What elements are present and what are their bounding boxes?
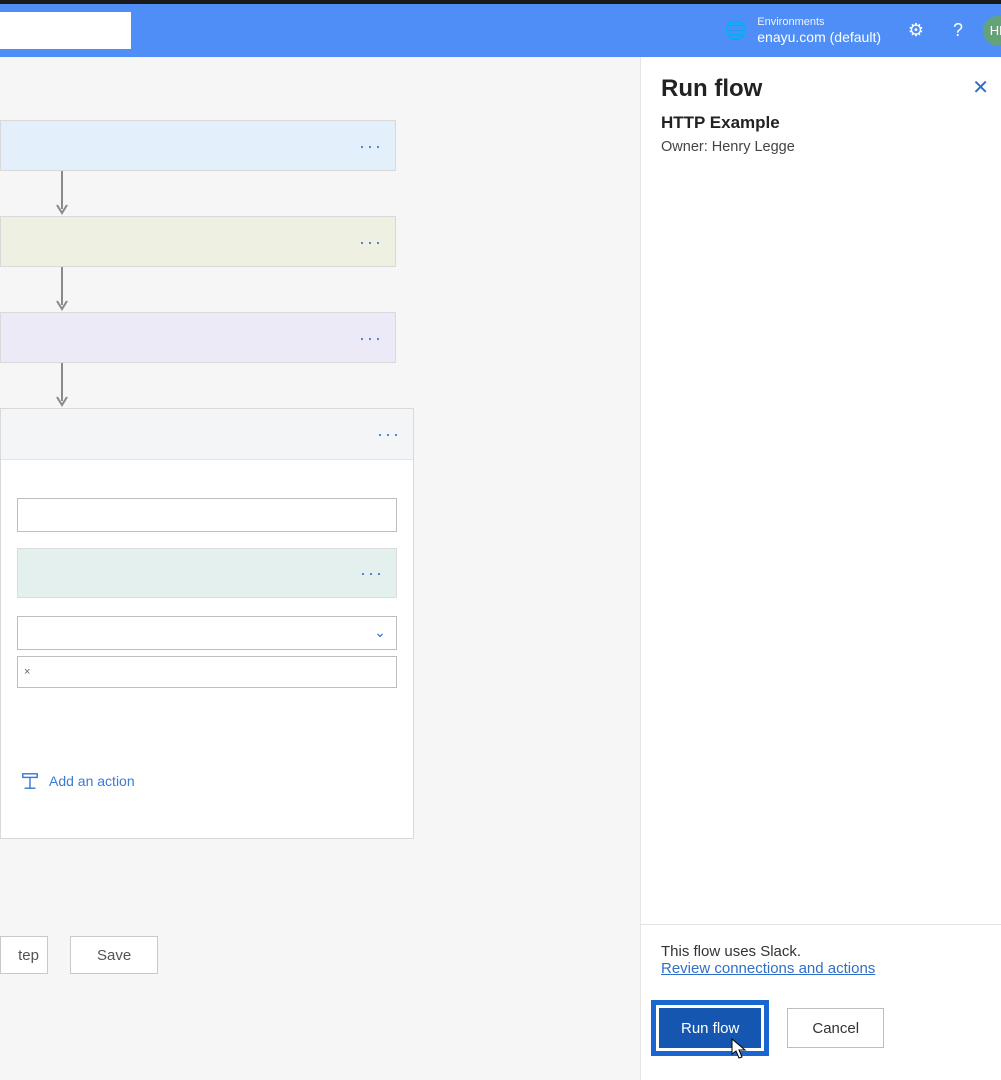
new-step-button[interactable]: tep (0, 936, 48, 974)
add-action-icon (21, 772, 39, 790)
run-flow-panel: Run flow ✕ HTTP Example Owner: Henry Leg… (640, 57, 1001, 1080)
question-icon: ? (953, 20, 963, 41)
chevron-down-icon: ⌄ (374, 624, 386, 641)
flow-step-expanded-body: ··· ⌄ × Add an action (1, 460, 413, 838)
settings-button[interactable]: ⚙ (895, 4, 937, 57)
flow-owner: Owner: Henry Legge (661, 139, 981, 155)
step-menu-icon[interactable]: ··· (377, 425, 401, 443)
token-input[interactable]: × (17, 656, 397, 688)
tutorial-highlight: Run flow (651, 1000, 769, 1056)
review-connections-link[interactable]: Review connections and actions (661, 960, 875, 977)
connector-arrow (56, 363, 68, 408)
cancel-button[interactable]: Cancel (787, 1008, 884, 1048)
connector-arrow (56, 171, 68, 216)
panel-body (641, 155, 1001, 924)
app-header: 🌐 Environments enayu.com (default) ⚙ ? H… (0, 4, 1001, 57)
avatar-initials: HL (990, 23, 1001, 38)
search-input[interactable] (0, 12, 131, 49)
step-menu-icon[interactable]: ··· (359, 233, 383, 251)
chip-remove-icon[interactable]: × (24, 666, 30, 678)
dropdown-select[interactable]: ⌄ (17, 616, 397, 650)
close-icon: ✕ (972, 77, 989, 99)
user-avatar[interactable]: HL (983, 16, 1001, 46)
environment-text: Environments enayu.com (default) (757, 16, 881, 45)
globe-icon: 🌐 (725, 20, 747, 41)
panel-header: Run flow ✕ HTTP Example Owner: Henry Leg… (641, 57, 1001, 155)
environment-value: enayu.com (default) (757, 29, 881, 45)
flow-step-trigger[interactable]: ··· (0, 120, 396, 171)
step-menu-icon[interactable]: ··· (359, 329, 383, 347)
help-button[interactable]: ? (937, 4, 979, 57)
step-menu-icon[interactable]: ··· (359, 137, 383, 155)
new-step-label: tep (18, 947, 39, 964)
save-label: Save (97, 947, 131, 964)
nested-action-card[interactable]: ··· (17, 548, 397, 598)
cancel-label: Cancel (812, 1020, 859, 1037)
add-action-button[interactable]: Add an action (21, 772, 397, 790)
run-flow-label: Run flow (681, 1020, 739, 1037)
flow-step-action-1[interactable]: ··· (0, 216, 396, 267)
flow-uses-text: This flow uses Slack. (661, 943, 981, 960)
add-action-label: Add an action (49, 773, 135, 789)
canvas-footer-buttons: tep Save (0, 936, 158, 974)
flow-step-expanded: ··· ··· ⌄ × Add an action (0, 408, 414, 839)
environment-picker[interactable]: 🌐 Environments enayu.com (default) (725, 16, 881, 45)
environment-label: Environments (757, 16, 881, 29)
gear-icon: ⚙ (908, 20, 924, 41)
text-input[interactable] (17, 498, 397, 532)
save-button[interactable]: Save (70, 936, 158, 974)
panel-info: This flow uses Slack. Review connections… (641, 924, 1001, 990)
connector-arrow (56, 267, 68, 312)
step-menu-icon[interactable]: ··· (360, 564, 384, 582)
flow-step-expanded-header[interactable]: ··· (1, 409, 413, 460)
panel-actions: Run flow Cancel (641, 990, 1001, 1080)
flow-step-action-2[interactable]: ··· (0, 312, 396, 363)
close-panel-button[interactable]: ✕ (972, 75, 989, 100)
panel-title: Run flow (661, 75, 981, 103)
run-flow-button[interactable]: Run flow (659, 1008, 761, 1048)
flow-name: HTTP Example (661, 113, 981, 133)
